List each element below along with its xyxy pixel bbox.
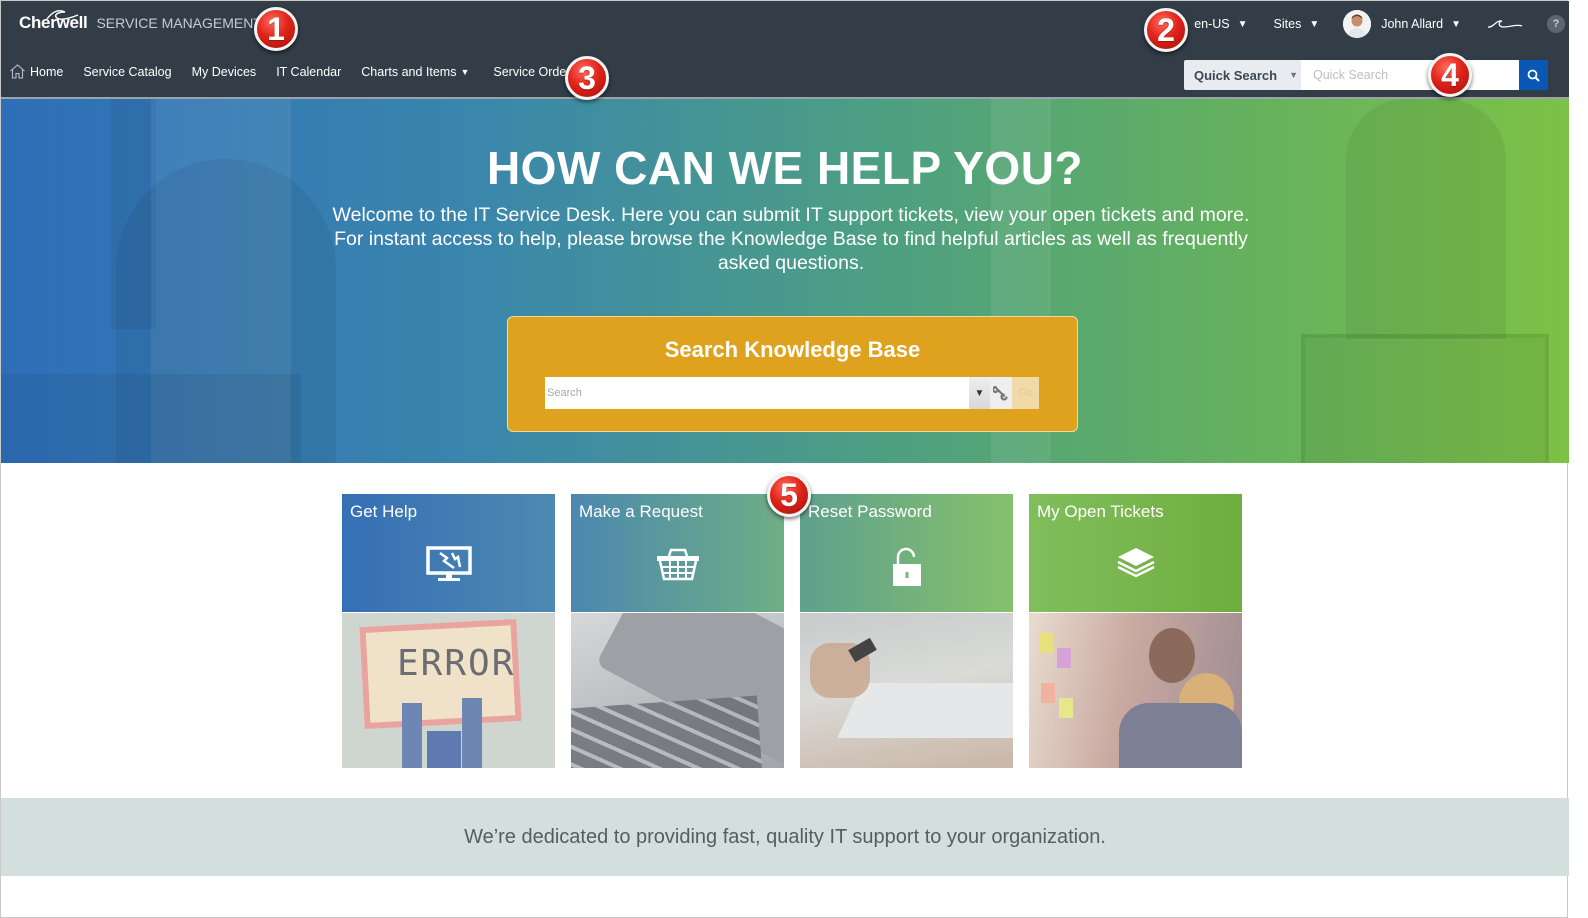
- sticky-note: [1059, 698, 1073, 718]
- annotation-marker-4: 4: [1428, 53, 1472, 97]
- help-icon: ?: [1552, 18, 1560, 30]
- nav-charts-and-items[interactable]: Charts and Items ▼: [361, 65, 469, 79]
- top-bar: Cherwell SERVICE MANAGEMENT en-US ▼ Site…: [1, 1, 1569, 99]
- nav-it-calendar-label: IT Calendar: [276, 64, 342, 79]
- brand-name: Cherwell: [19, 13, 88, 32]
- nav-my-devices[interactable]: My Devices: [192, 65, 257, 79]
- home-icon: [10, 64, 25, 79]
- tile-image-error-sign: ERROR: [342, 613, 555, 768]
- people-bodies: [1119, 703, 1242, 768]
- robot-body: [427, 731, 461, 768]
- quick-search-scope-label: Quick Search: [1194, 67, 1278, 83]
- logo[interactable]: Cherwell SERVICE MANAGEMENT: [19, 10, 262, 32]
- tile-header: Get Help: [342, 494, 555, 612]
- sites-label: Sites: [1273, 17, 1302, 31]
- caret-down-icon: ▼: [1237, 18, 1248, 30]
- tile-label: Reset Password: [808, 502, 932, 521]
- knowledge-base-dropdown-button[interactable]: ▼: [969, 377, 990, 409]
- hero-bg-desk: [1, 374, 301, 463]
- nav-my-devices-label: My Devices: [191, 64, 257, 79]
- annotation-marker-1: 1: [254, 7, 298, 51]
- hero-intro-line-2: For instant access to help, please brows…: [334, 228, 1248, 274]
- caret-down-icon: ▼: [974, 387, 985, 399]
- caret-down-icon: ▼: [1289, 70, 1299, 80]
- annotation-marker-2: 2: [1144, 8, 1188, 52]
- wrench-icon: [993, 385, 1008, 401]
- hero-bg-person: [1346, 99, 1506, 339]
- sticky-note: [1039, 633, 1053, 653]
- sticky-note: [1057, 648, 1071, 668]
- shopping-basket-icon: [656, 548, 699, 581]
- product-name: SERVICE MANAGEMENT: [96, 15, 262, 31]
- locale-label: en-US: [1194, 17, 1230, 31]
- nav-it-calendar[interactable]: IT Calendar: [276, 65, 341, 79]
- go-label: Go: [1018, 387, 1033, 399]
- tile-image-team-sticky-notes: [1029, 613, 1242, 768]
- hero-intro: Welcome to the IT Service Desk. Here you…: [321, 203, 1261, 275]
- quick-action-tiles: Get Help ERROR Make a Request Reset Pass…: [342, 494, 1242, 768]
- tile-header: Make a Request: [571, 494, 784, 612]
- search-icon: [1527, 69, 1540, 82]
- caret-down-icon: ▼: [1451, 18, 1461, 30]
- person-head: [1149, 628, 1195, 683]
- hero-banner: HOW CAN WE HELP YOU? Welcome to the IT S…: [1, 99, 1569, 463]
- unlocked-padlock-icon: [892, 547, 921, 586]
- tile-make-a-request[interactable]: Make a Request: [571, 494, 784, 768]
- quick-search-input[interactable]: [1301, 60, 1519, 90]
- robot-arm-left: [402, 703, 422, 768]
- tile-label: Make a Request: [579, 502, 703, 521]
- sticky-note: [1041, 683, 1055, 703]
- tagline-band: We’re dedicated to providing fast, quali…: [1, 798, 1569, 876]
- locale-dropdown[interactable]: en-US ▼: [1194, 17, 1247, 31]
- keyboard-shape: [571, 695, 765, 768]
- annotation-marker-5: 5: [767, 473, 811, 517]
- hero-title: HOW CAN WE HELP YOU?: [486, 142, 1084, 194]
- stacked-layers-icon: [1116, 548, 1155, 578]
- knowledge-base-title: Search Knowledge Base: [664, 337, 921, 362]
- nav-service-catalog-label: Service Catalog: [83, 64, 172, 79]
- user-menu[interactable]: John Allard ▼: [1343, 10, 1461, 38]
- top-right-menu: en-US ▼ Sites ▼ John Allard ▼ ?: [1194, 9, 1569, 39]
- tile-get-help[interactable]: Get Help ERROR: [342, 494, 555, 768]
- knowledge-base-search-row: ▼ Go: [545, 377, 1039, 409]
- tile-header: Reset Password: [800, 494, 1013, 612]
- tile-image-keyboard-tablet: [571, 613, 784, 768]
- tile-my-open-tickets[interactable]: My Open Tickets: [1029, 494, 1242, 768]
- annotation-marker-3: 3: [565, 56, 609, 100]
- broken-monitor-icon: [425, 546, 472, 581]
- tile-label: Get Help: [350, 502, 418, 521]
- help-button[interactable]: ?: [1547, 15, 1565, 33]
- knowledge-base-search-panel: Search Knowledge Base ▼ Go: [507, 316, 1078, 432]
- robot-arm-right: [462, 698, 482, 768]
- error-sign-text: ERROR: [397, 643, 516, 684]
- avatar: [1343, 10, 1372, 38]
- nav-service-catalog[interactable]: Service Catalog: [83, 65, 171, 79]
- cherwell-swoosh-icon: [1487, 20, 1523, 28]
- caret-down-icon: ▼: [460, 66, 470, 77]
- main-nav: Home Service Catalog My Devices IT Calen…: [9, 64, 610, 79]
- tile-image-laptop-hand: [800, 613, 1013, 768]
- quick-search-button[interactable]: [1519, 60, 1548, 90]
- tile-reset-password[interactable]: Reset Password: [800, 494, 1013, 768]
- nav-home-label: Home: [30, 64, 64, 79]
- quick-search: Quick Search ▼: [1184, 60, 1548, 90]
- tile-label: My Open Tickets: [1037, 502, 1164, 521]
- knowledge-base-search-input[interactable]: [545, 377, 969, 409]
- hero-bg-monitor: [1301, 334, 1549, 463]
- user-photo-icon: [1343, 10, 1372, 38]
- nav-charts-and-items-label: Charts and Items: [361, 64, 457, 79]
- tagline: We’re dedicated to providing fast, quali…: [464, 825, 1106, 848]
- knowledge-base-go-button[interactable]: Go: [1012, 377, 1039, 409]
- quick-search-scope-dropdown[interactable]: Quick Search ▼: [1184, 60, 1301, 90]
- nav-home[interactable]: Home: [9, 64, 63, 79]
- knowledge-base-options-button[interactable]: [990, 377, 1012, 409]
- caret-down-icon: ▼: [1309, 18, 1320, 30]
- user-name: John Allard: [1381, 17, 1444, 31]
- sites-dropdown[interactable]: Sites ▼: [1274, 17, 1320, 31]
- tile-header: My Open Tickets: [1029, 494, 1242, 612]
- hero-intro-line-1: Welcome to the IT Service Desk. Here you…: [332, 204, 1250, 226]
